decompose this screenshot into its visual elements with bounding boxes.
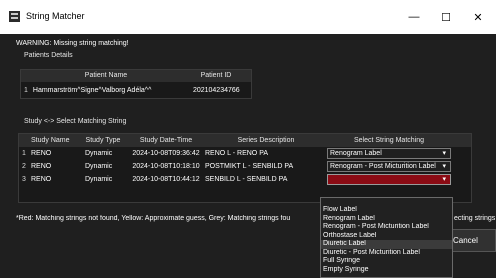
- series-description-cell: POSTMIKT L - SENBILD PA: [205, 163, 294, 170]
- row-number: 2: [22, 163, 26, 170]
- selected-string: Renogram Label: [330, 150, 382, 157]
- patient-id-cell: 202104234766: [192, 86, 240, 94]
- row-number: 1: [22, 150, 26, 157]
- dropdown-option[interactable]: Renogram - Post Micturition Label: [321, 223, 452, 232]
- study-date-cell: 2024-10-08T09:36:42: [132, 150, 200, 157]
- title-bar: String Matcher — ☐ ✕: [0, 0, 496, 34]
- study-row[interactable]: 1 RENO Dynamic 2024-10-08T09:36:42 RENO …: [19, 147, 471, 160]
- patients-table-header: Patient Name Patient ID: [21, 70, 251, 82]
- patients-table: Patient Name Patient ID 1 Hammarström^Si…: [20, 69, 252, 99]
- patient-id-header: Patient ID: [200, 72, 232, 79]
- dropdown-option[interactable]: Renogram Label: [321, 215, 452, 224]
- study-name-header: Study Name: [31, 137, 70, 144]
- study-name-cell: RENO: [31, 176, 52, 183]
- legend-text-tail: ecting strings: [454, 215, 496, 222]
- study-row[interactable]: 3 RENO Dynamic 2024-10-08T10:44:12 SENBI…: [19, 173, 471, 186]
- patient-name-cell: Hammarström^Signe^Valborg Adéla^^: [32, 86, 152, 94]
- patients-section-title: Patients Details: [24, 52, 73, 59]
- study-type-cell: Dynamic: [85, 176, 113, 183]
- dropdown-option[interactable]: Full Syringe: [321, 257, 452, 266]
- warning-text: WARNING: Missing string matching!: [16, 40, 129, 47]
- dropdown-option-highlighted[interactable]: Diuretic Label: [321, 240, 452, 249]
- cancel-button[interactable]: Cancel: [446, 229, 496, 252]
- selected-string: Renogram - Post Micturition Label: [330, 163, 436, 170]
- row-number: 3: [22, 176, 26, 183]
- patient-name-header: Patient Name: [84, 72, 128, 79]
- string-match-select[interactable]: Renogram Label ▾: [327, 148, 451, 159]
- dropdown-option[interactable]: Flow Label: [321, 206, 452, 215]
- string-match-select[interactable]: Renogram - Post Micturition Label ▾: [327, 161, 451, 172]
- study-date-header: Study Date-Time: [139, 137, 193, 144]
- row-number-header: [21, 70, 31, 82]
- select-string-header: Select String Matching: [353, 137, 425, 144]
- series-description-header: Series Description: [237, 137, 295, 144]
- row-number: 1: [24, 86, 28, 94]
- series-description-cell: SENBILD L - SENBILD PA: [205, 176, 288, 183]
- close-button[interactable]: ✕: [460, 0, 496, 34]
- study-section-title: Study <-> Select Matching String: [24, 118, 127, 125]
- dropdown-option[interactable]: Empty Syringe: [321, 266, 452, 275]
- chevron-down-icon: ▾: [442, 150, 446, 157]
- patient-row[interactable]: 1 Hammarström^Signe^Valborg Adéla^^ 2021…: [21, 82, 251, 98]
- row-number-header: [19, 134, 29, 147]
- dropdown-option[interactable]: Orthostase Label: [321, 232, 452, 241]
- study-name-cell: RENO: [31, 163, 52, 170]
- study-name-cell: RENO: [31, 150, 52, 157]
- study-type-header: Study Type: [85, 137, 121, 144]
- window-title: String Matcher: [26, 11, 85, 21]
- study-date-cell: 2024-10-08T10:18:10: [132, 163, 200, 170]
- study-type-cell: Dynamic: [85, 163, 113, 170]
- study-table: Study Name Study Type Study Date-Time Se…: [18, 133, 472, 203]
- chevron-down-icon: ▾: [442, 176, 446, 183]
- string-options-dropdown: Flow Label Renogram Label Renogram - Pos…: [320, 197, 453, 278]
- study-date-cell: 2024-10-08T10:44:12: [132, 176, 200, 183]
- minimize-button[interactable]: —: [396, 0, 432, 34]
- app-icon: [9, 11, 20, 22]
- study-type-cell: Dynamic: [85, 150, 113, 157]
- legend-text: *Red: Matching strings not found, Yellow…: [16, 215, 291, 222]
- study-row[interactable]: 2 RENO Dynamic 2024-10-08T10:18:10 POSTM…: [19, 160, 471, 173]
- series-description-cell: RENO L - RENO PA: [205, 150, 269, 157]
- string-match-select[interactable]: ▾: [327, 174, 451, 185]
- dropdown-option[interactable]: Diuretic - Post Micturition Label: [321, 249, 452, 258]
- study-table-header: Study Name Study Type Study Date-Time Se…: [19, 134, 471, 147]
- chevron-down-icon: ▾: [442, 163, 446, 170]
- maximize-button[interactable]: ☐: [428, 0, 464, 34]
